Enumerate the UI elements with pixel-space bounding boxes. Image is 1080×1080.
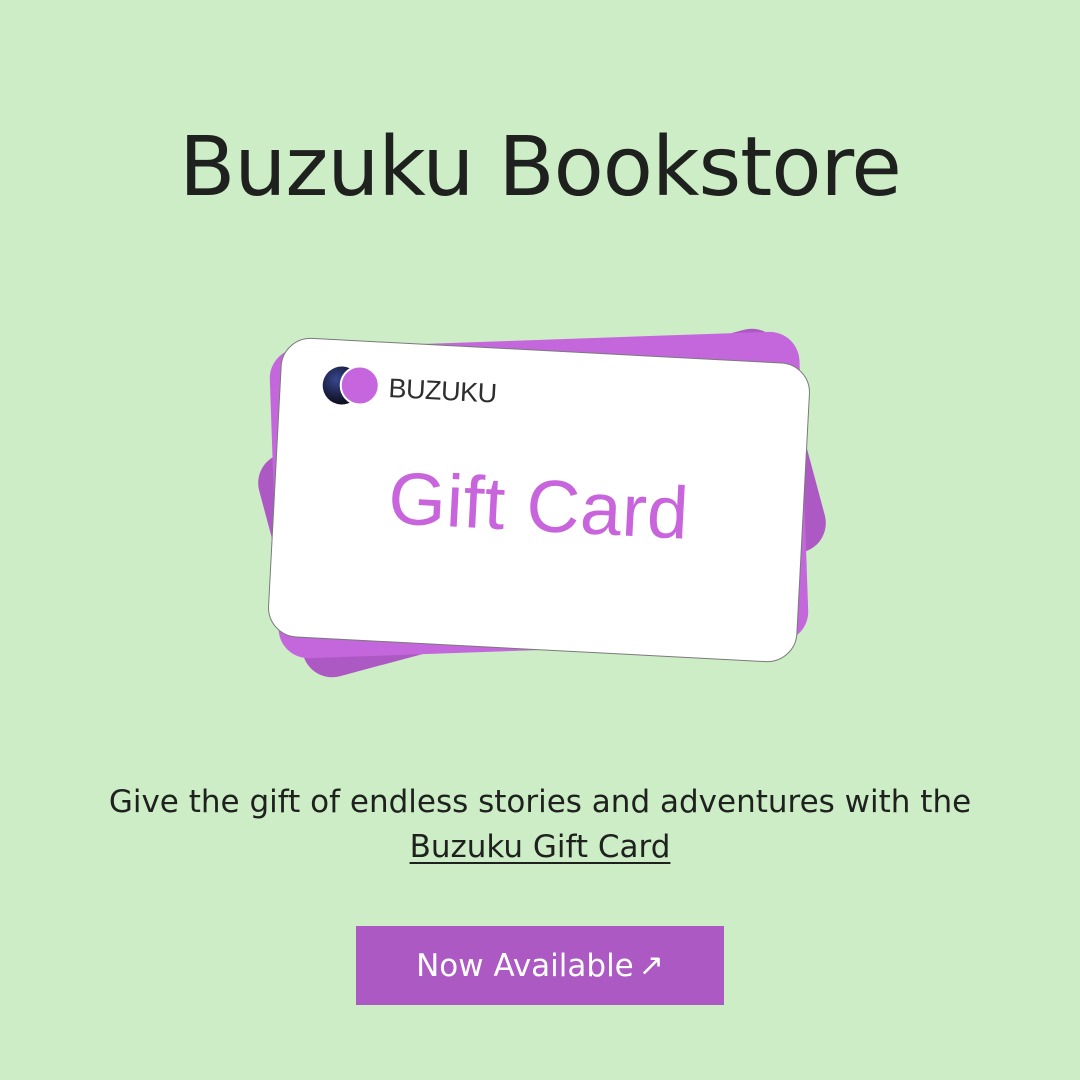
gift-card-front: BUZUKU Gift Card — [266, 336, 812, 664]
gift-card-link[interactable]: Buzuku Gift Card — [410, 829, 671, 865]
gift-card-brand: BUZUKU — [387, 372, 498, 409]
brand-circles-icon — [321, 364, 386, 409]
promo-tagline: Give the gift of endless stories and adv… — [0, 780, 1080, 870]
promo-text: Give the gift of endless stories and adv… — [108, 784, 972, 820]
gift-card-title: Gift Card — [386, 456, 691, 555]
gift-card-stack: BUZUKU Gift Card — [0, 0, 1080, 1080]
now-available-label: Now Available — [416, 947, 634, 984]
now-available-button[interactable]: Now Available ↗ — [356, 926, 724, 1005]
arrow-up-right-icon: ↗ — [638, 947, 664, 983]
